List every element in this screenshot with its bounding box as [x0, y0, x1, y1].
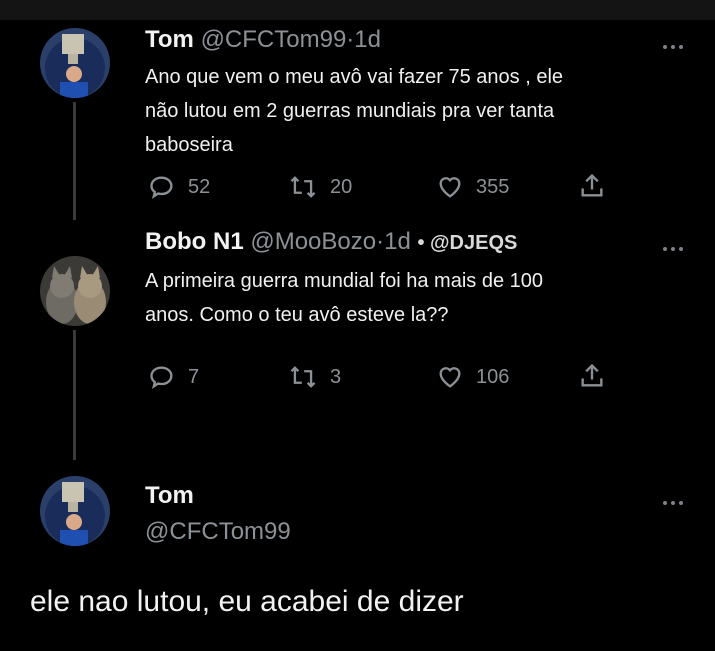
avatar[interactable]: [40, 256, 110, 326]
tweet-header: Bobo N1 @MooBozo·1d • @DJEQS: [145, 228, 517, 256]
share-icon: [581, 173, 603, 197]
tweet-text-line: A primeira guerra mundial foi ha mais de…: [145, 270, 543, 292]
action-bar: 52 20 355: [148, 172, 608, 202]
tweet-text-line: não lutou em 2 guerras mundiais pra ver …: [145, 100, 555, 122]
author-name[interactable]: Tom: [145, 26, 194, 53]
author-handle[interactable]: @CFCTom99: [145, 518, 291, 545]
reply-button[interactable]: 7: [148, 362, 199, 392]
top-bar: [0, 0, 715, 20]
thread-line: [73, 330, 76, 460]
tweet-text: Ano que vem o meu avô vai fazer 75 anos …: [145, 60, 563, 162]
like-count: 106: [476, 366, 510, 388]
tweet-text: ele nao lutou, eu acabei de dizer: [30, 585, 464, 618]
more-icon[interactable]: [663, 36, 693, 50]
like-button[interactable]: 106: [436, 362, 509, 392]
author-name-block: Tom: [145, 482, 194, 510]
like-count: 355: [476, 176, 510, 198]
tweet-text-line: Ano que vem o meu avô vai fazer 75 anos …: [145, 66, 564, 88]
separator: ·: [376, 228, 385, 255]
thread-line: [73, 102, 76, 220]
share-button[interactable]: [578, 172, 618, 200]
affiliate-badge[interactable]: • @DJEQS: [417, 232, 517, 254]
reply-count: 7: [188, 366, 200, 388]
tweet-text-line: baboseira: [145, 134, 233, 156]
author-name[interactable]: Tom: [145, 482, 194, 509]
tweet-text-line: anos. Como o teu avô esteve la??: [145, 304, 449, 326]
heart-icon: [439, 177, 461, 198]
more-icon[interactable]: [663, 492, 693, 506]
share-icon: [581, 363, 603, 387]
like-button[interactable]: 355: [436, 172, 509, 202]
author-handle-block: @CFCTom99: [145, 518, 291, 546]
avatar[interactable]: [40, 28, 110, 98]
tweet-header: Tom @CFCTom99·1d: [145, 26, 381, 54]
author-name[interactable]: Bobo N1: [145, 228, 244, 255]
avatar[interactable]: [40, 476, 110, 546]
action-bar: 7 3 106: [148, 362, 608, 392]
reply-icon: [150, 176, 173, 199]
reply-icon: [150, 366, 173, 389]
reply-count: 52: [188, 176, 211, 198]
heart-icon: [439, 367, 461, 388]
share-button[interactable]: [578, 362, 618, 390]
reply-button[interactable]: 52: [148, 172, 210, 202]
retweet-button[interactable]: 3: [288, 362, 341, 392]
author-handle[interactable]: @MooBozo: [250, 228, 376, 255]
retweet-count: 20: [330, 176, 353, 198]
retweet-icon: [290, 366, 316, 388]
timestamp[interactable]: 1d: [384, 228, 411, 255]
retweet-count: 3: [330, 366, 342, 388]
retweet-button[interactable]: 20: [288, 172, 352, 202]
tweet-text: A primeira guerra mundial foi ha mais de…: [145, 264, 543, 332]
more-icon[interactable]: [663, 238, 693, 252]
retweet-icon: [290, 176, 316, 198]
timestamp[interactable]: 1d: [354, 26, 381, 53]
author-handle[interactable]: @CFCTom99: [201, 26, 347, 53]
